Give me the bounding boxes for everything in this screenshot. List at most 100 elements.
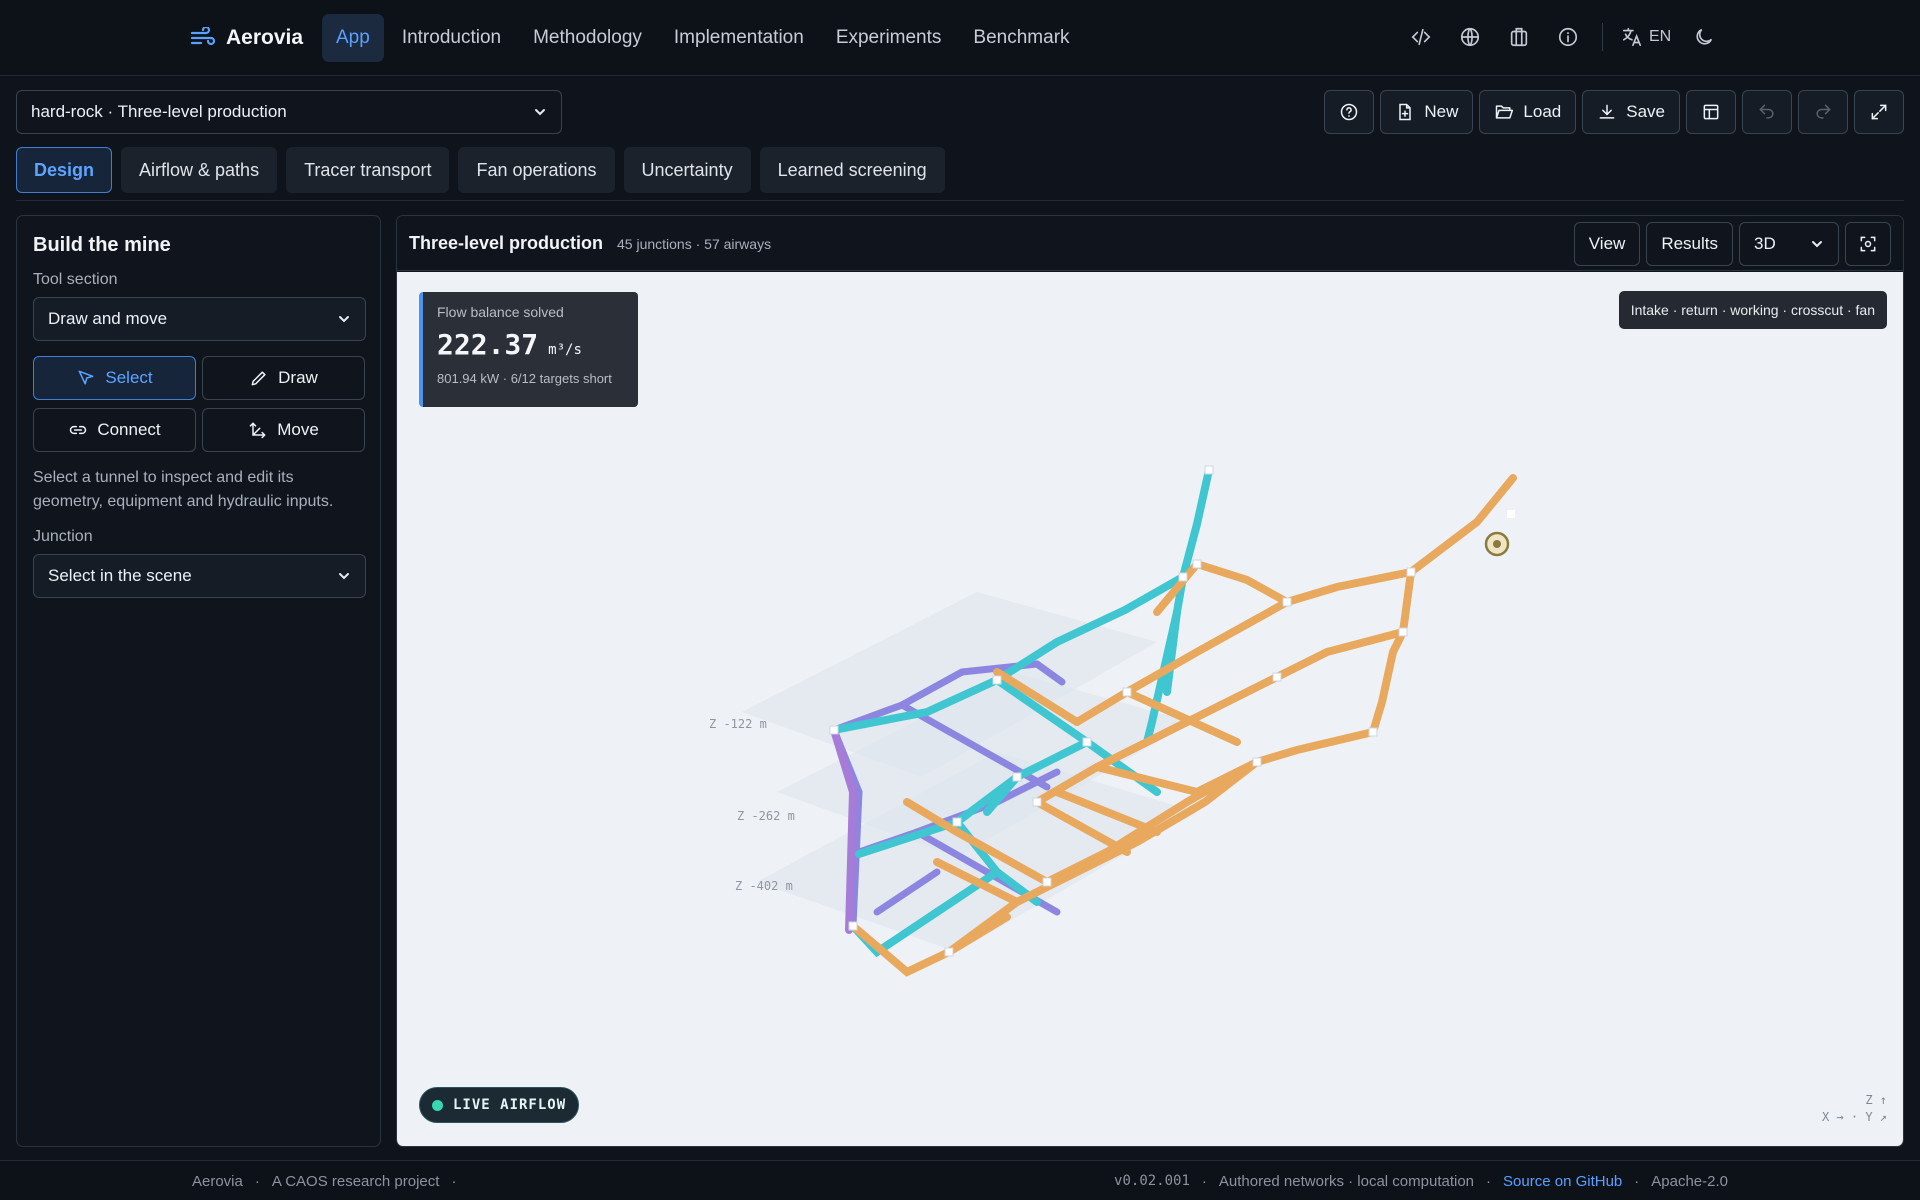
- wind-icon: [190, 27, 216, 46]
- tabs-divider: [16, 200, 1904, 201]
- footer-dot: ·: [451, 1173, 457, 1190]
- undo-button[interactable]: [1742, 90, 1792, 134]
- flow-balance-label: Flow balance solved: [437, 304, 564, 320]
- table-icon: [1703, 104, 1719, 120]
- scenario-select[interactable]: hard-rock · Three-level production: [16, 90, 562, 134]
- tab-learned-screening[interactable]: Learned screening: [759, 147, 945, 193]
- language-switcher[interactable]: EN: [1613, 18, 1679, 56]
- select-tool-button[interactable]: Select: [33, 356, 196, 400]
- nav-implementation[interactable]: Implementation: [660, 14, 818, 62]
- move-tool-button[interactable]: Move: [202, 408, 365, 452]
- language-label: EN: [1649, 28, 1672, 45]
- tab-tracer-transport[interactable]: Tracer transport: [286, 147, 450, 193]
- new-button[interactable]: New: [1380, 90, 1474, 134]
- build-panel: Build the mine Tool section Draw and mov…: [16, 215, 381, 1147]
- brand-logo[interactable]: Aerovia: [190, 22, 303, 54]
- tool-section-label: Tool section: [33, 271, 118, 288]
- draw-tool-button[interactable]: Draw: [202, 356, 365, 400]
- focus-icon: [1860, 236, 1876, 252]
- github-link[interactable]: Source on GitHub: [1503, 1173, 1622, 1190]
- flow-value: 222.37: [437, 328, 539, 361]
- help-button[interactable]: [1324, 90, 1375, 134]
- level-label-upper: Z -122 m: [709, 717, 767, 731]
- pencil-icon: [251, 371, 266, 386]
- help-icon: [1341, 103, 1358, 121]
- link-icon: [70, 425, 87, 435]
- fullscreen-button[interactable]: [1854, 90, 1904, 134]
- globe-icon[interactable]: [1445, 18, 1494, 56]
- tab-design[interactable]: Design: [16, 147, 113, 193]
- tool-section-value: Draw and move: [48, 309, 168, 328]
- results-button[interactable]: Results: [1646, 222, 1733, 266]
- translate-icon: [1622, 27, 1642, 47]
- fan-marker[interactable]: [1484, 510, 1515, 557]
- axis-xy-label: X → · Y ↗: [1821, 1110, 1887, 1124]
- redo-button[interactable]: [1798, 90, 1848, 134]
- new-label: New: [1424, 102, 1459, 121]
- code-icon[interactable]: [1396, 18, 1445, 56]
- footer-dot: ·: [254, 1173, 260, 1190]
- info-icon[interactable]: [1543, 18, 1592, 56]
- chevron-down-icon: [339, 573, 349, 580]
- live-status-dot: [432, 1099, 443, 1111]
- tab-uncertainty[interactable]: Uncertainty: [623, 147, 751, 193]
- junction-select[interactable]: Select in the scene: [33, 554, 366, 598]
- workspace-tabs: Design Airflow & paths Tracer transport …: [16, 147, 945, 193]
- footer-dot: ·: [1201, 1173, 1207, 1190]
- nav-experiments[interactable]: Experiments: [822, 14, 956, 62]
- draw-tool-label: Draw: [278, 368, 318, 387]
- table-view-button[interactable]: [1686, 90, 1736, 134]
- viewport-header: Three-level production 45 junctions · 57…: [397, 216, 1903, 271]
- airway-legend: Intake · return · working · crosscut · f…: [1618, 291, 1887, 329]
- undo-icon: [1759, 104, 1774, 119]
- load-button[interactable]: Load: [1479, 90, 1577, 134]
- flow-balance-card: Flow balance solved 222.37 m³/s 801.94 kW…: [419, 292, 638, 407]
- axis-z-label: Z ↑: [1865, 1093, 1887, 1107]
- load-label: Load: [1523, 102, 1562, 121]
- footer-note: Authored networks · local computation: [1218, 1173, 1475, 1190]
- new-file-icon: [1399, 103, 1412, 121]
- panel-title: Build the mine: [33, 234, 171, 256]
- scenario-value: hard-rock · Three-level production: [31, 102, 287, 121]
- total-flow-value: 222.37 m³/s: [437, 328, 624, 361]
- viewport-title: Three-level production: [409, 233, 604, 253]
- view-mode-value: 3D: [1754, 234, 1776, 253]
- footer: Aerovia · A CAOS research project · v0.0…: [0, 1160, 1920, 1200]
- mine-3d-scene[interactable]: Z -122 m Z -262 m Z -402 m Flow balance …: [397, 272, 1903, 1146]
- top-nav: Aerovia App Introduction Methodology Imp…: [0, 0, 1920, 76]
- move-tool-label: Move: [277, 420, 319, 439]
- tab-fan-operations[interactable]: Fan operations: [458, 147, 615, 193]
- connect-tool-label: Connect: [97, 420, 161, 439]
- chevron-down-icon: [535, 109, 545, 116]
- moon-icon[interactable]: [1679, 18, 1728, 56]
- nav-benchmark[interactable]: Benchmark: [959, 14, 1083, 62]
- footer-version: v0.02.001: [1114, 1173, 1190, 1189]
- junction-value: Select in the scene: [48, 566, 192, 585]
- connect-tool-button[interactable]: Connect: [33, 408, 196, 452]
- view-button[interactable]: View: [1573, 222, 1641, 266]
- brand-name: Aerovia: [226, 26, 304, 49]
- briefcase-icon[interactable]: [1494, 18, 1543, 56]
- save-label: Save: [1626, 102, 1665, 121]
- footer-dot: ·: [1634, 1173, 1640, 1190]
- save-button[interactable]: Save: [1582, 90, 1680, 134]
- view-mode-select[interactable]: 3D: [1739, 222, 1839, 266]
- axis-gizmo: Z ↑ X → · Y ↗: [1822, 1092, 1887, 1126]
- footer-brand: Aerovia: [192, 1173, 243, 1190]
- focus-button[interactable]: [1845, 222, 1891, 266]
- nav-app[interactable]: App: [322, 14, 384, 62]
- tool-hint: Select a tunnel to inspect and edit its …: [33, 469, 334, 510]
- tool-grid: Select Draw Connect Move: [33, 356, 365, 452]
- level-label-middle: Z -262 m: [737, 809, 795, 823]
- chevron-down-icon: [1812, 241, 1822, 248]
- tab-airflow-paths[interactable]: Airflow & paths: [121, 147, 278, 193]
- flow-unit: m³/s: [548, 342, 582, 358]
- live-airflow-badge[interactable]: LIVE AIRFLOW: [419, 1087, 580, 1123]
- viewport-tools: View Results 3D: [1573, 222, 1891, 266]
- tool-section-select[interactable]: Draw and move: [33, 297, 366, 341]
- pointer-icon: [78, 370, 94, 385]
- nav-divider: [1602, 23, 1603, 51]
- nav-methodology[interactable]: Methodology: [519, 14, 656, 62]
- flow-balance-summary: 801.94 kW · 6/12 targets short: [437, 371, 612, 386]
- nav-introduction[interactable]: Introduction: [388, 14, 515, 62]
